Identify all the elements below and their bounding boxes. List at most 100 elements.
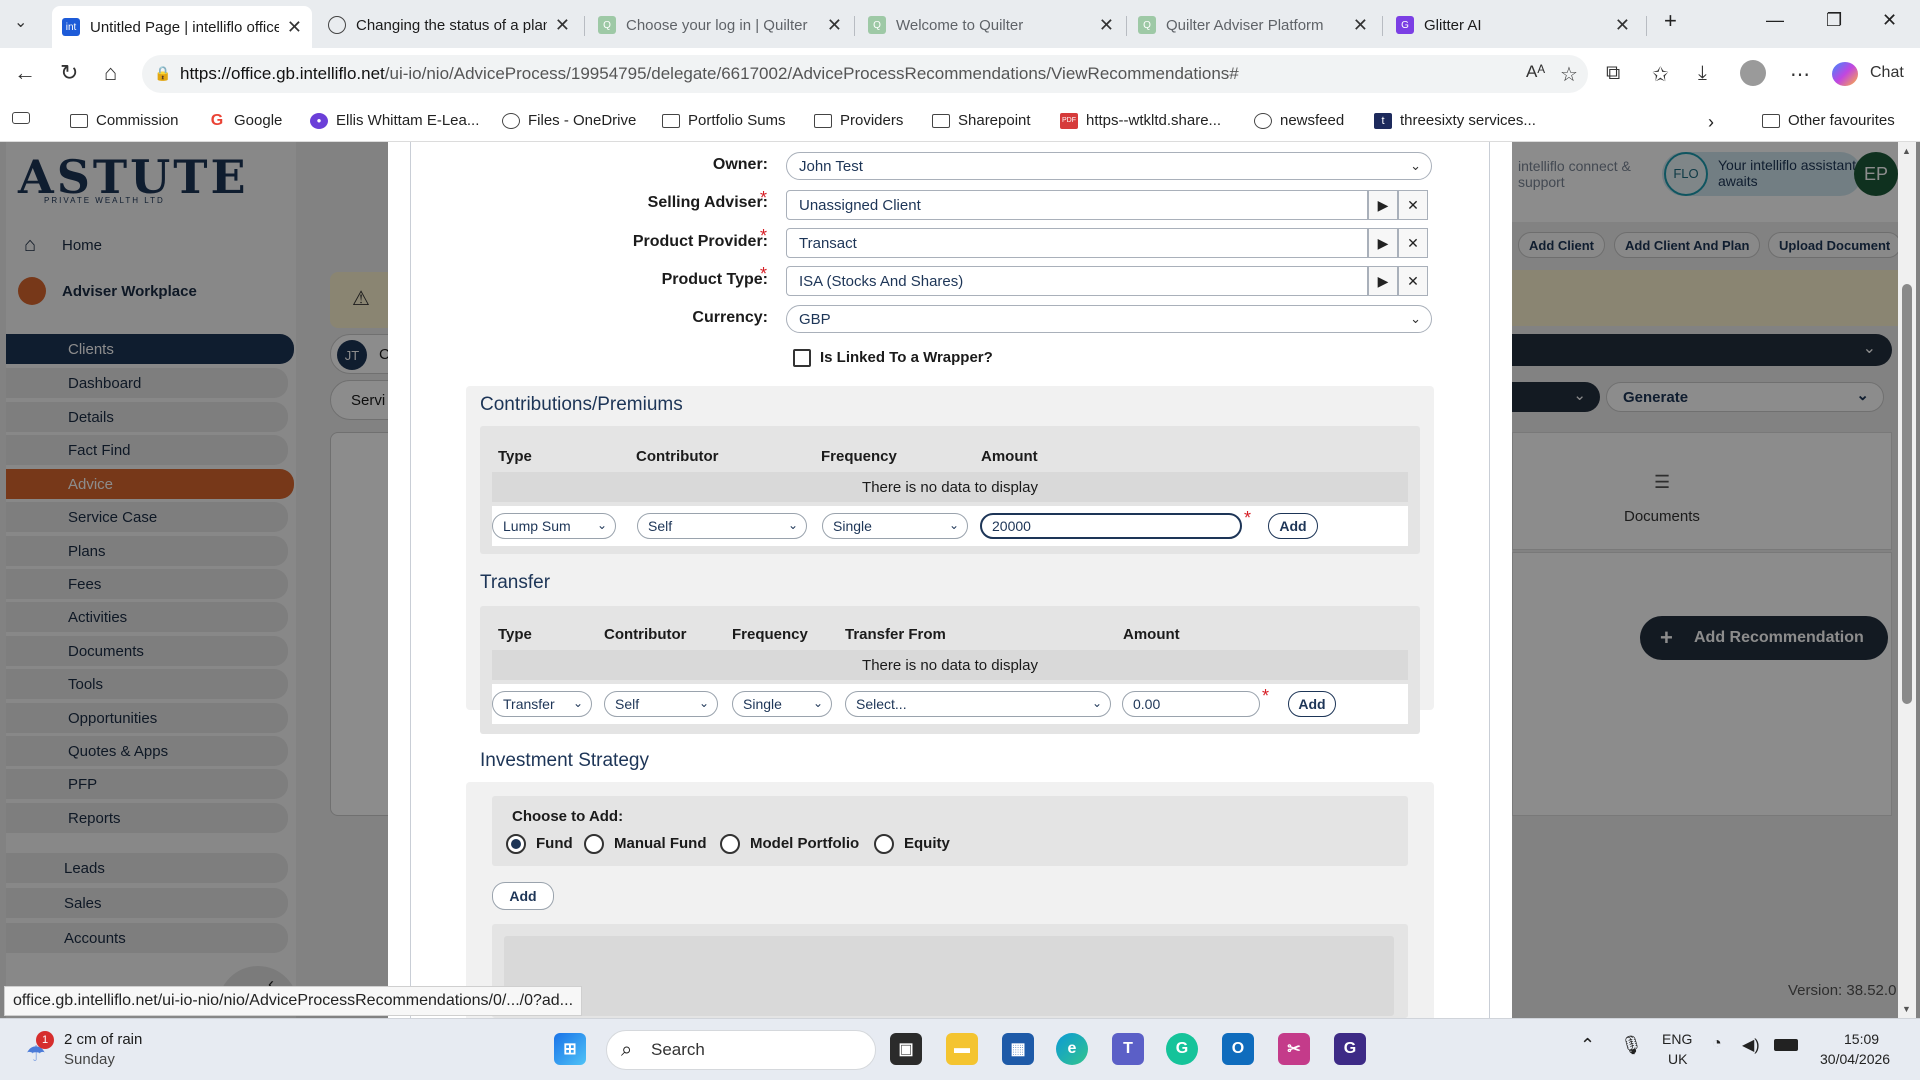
extensions-icon[interactable]: ⧉ (1606, 62, 1620, 85)
selling-adviser-select-button[interactable]: ▶ (1368, 190, 1398, 220)
glitter-app-icon[interactable]: G (1334, 1033, 1366, 1065)
contribution-type-select[interactable]: Lump Sum ⌄ (492, 513, 616, 539)
product-provider-select-button[interactable]: ▶ (1368, 228, 1398, 258)
bookmark-google[interactable]: G Google (208, 112, 283, 130)
product-provider-clear-button[interactable]: ✕ (1398, 228, 1428, 258)
snipping-tool-icon[interactable]: ✂ (1278, 1033, 1310, 1065)
favourite-star-icon[interactable]: ☆ (1560, 62, 1578, 87)
contribution-contributor-select[interactable]: Self ⌄ (637, 513, 807, 539)
home-icon[interactable]: ⌂ (104, 60, 117, 86)
close-tab-icon[interactable]: ✕ (1099, 15, 1114, 36)
back-icon[interactable]: ← (14, 60, 36, 86)
transfer-amount-input[interactable]: 0.00 (1122, 691, 1260, 717)
minimize-icon[interactable]: — (1766, 10, 1784, 31)
start-icon[interactable]: ⊞ (554, 1033, 586, 1065)
task-view-icon[interactable]: ▣ (890, 1033, 922, 1065)
product-provider-field[interactable]: Transact (786, 228, 1368, 258)
copilot-icon[interactable] (1832, 62, 1858, 86)
restore-icon[interactable]: ❐ (1826, 10, 1842, 31)
product-type-select-button[interactable]: ▶ (1368, 266, 1398, 296)
file-explorer-icon[interactable]: ▬ (946, 1033, 978, 1065)
scroll-down-icon[interactable]: ▼ (1902, 1004, 1911, 1014)
add-contribution-button[interactable]: Add (1268, 513, 1318, 539)
teams-icon[interactable]: T (1112, 1033, 1144, 1065)
add-transfer-button[interactable]: Add (1288, 691, 1336, 717)
outlook-icon[interactable]: O (1222, 1033, 1254, 1065)
transfer-contributor-select[interactable]: Self ⌄ (604, 691, 718, 717)
model-portfolio-radio[interactable] (720, 834, 740, 854)
url-field[interactable]: 🔒 https://office.gb.intelliflo.net/ui-io… (142, 55, 1588, 93)
transfer-from-select[interactable]: Select... ⌄ (845, 691, 1111, 717)
bookmark-portfolio-sums[interactable]: Portfolio Sums (662, 112, 786, 129)
refresh-icon[interactable]: ↻ (60, 60, 78, 86)
bookmark-commission[interactable]: Commission (70, 112, 179, 129)
show-hidden-icons-icon[interactable]: ⌃ (1580, 1035, 1595, 1056)
product-type-field[interactable]: ISA (Stocks And Shares) (786, 266, 1368, 296)
edge-icon[interactable]: e (1056, 1033, 1088, 1065)
other-favourites[interactable]: Other favourites (1762, 112, 1895, 129)
transfer-type-select[interactable]: Transfer ⌄ (492, 691, 592, 717)
scrollbar-thumb[interactable] (1902, 284, 1912, 704)
currency-select[interactable]: GBP ⌄ (786, 305, 1432, 333)
tab-intelliflo[interactable]: int Untitled Page | intelliflo office ✕ (52, 6, 312, 48)
language-label[interactable]: ENG (1662, 1031, 1692, 1047)
owner-select[interactable]: John Test ⌄ (786, 152, 1432, 180)
close-tab-icon[interactable]: ✕ (287, 17, 302, 38)
read-aloud-icon[interactable]: Aᴬ (1526, 62, 1545, 82)
grammarly-icon[interactable]: G (1166, 1033, 1198, 1065)
selling-adviser-clear-button[interactable]: ✕ (1398, 190, 1428, 220)
address-bar-row: ← ↻ ⌂ 🔒 https://office.gb.intelliflo.net… (0, 48, 1920, 102)
weather-day[interactable]: Sunday (64, 1051, 115, 1068)
tab-quilter-login[interactable]: Q Choose your log in | Quilter ✕ (588, 6, 852, 44)
manual-fund-radio[interactable] (584, 834, 604, 854)
new-tab-icon[interactable]: + (1664, 8, 1677, 34)
reading-list-icon[interactable] (12, 112, 38, 124)
bookmark-providers[interactable]: Providers (814, 112, 903, 129)
chat-button[interactable]: Chat (1870, 64, 1904, 82)
bookmark-onedrive[interactable]: Files - OneDrive (502, 112, 636, 129)
linked-wrapper-checkbox[interactable] (793, 349, 811, 367)
tab-changing-status[interactable]: Changing the status of a plan ✕ (318, 6, 580, 44)
contribution-amount-input[interactable]: 20000 (980, 513, 1242, 539)
product-type-clear-button[interactable]: ✕ (1398, 266, 1428, 296)
weather-text[interactable]: 2 cm of rain (64, 1031, 142, 1048)
bookmark-wtkltd[interactable]: PDF https--wtkltd.share... (1060, 112, 1221, 129)
close-tab-icon[interactable]: ✕ (827, 15, 842, 36)
taskbar-search[interactable]: ⌕ Search (606, 1030, 876, 1070)
transfer-frequency-select[interactable]: Single ⌄ (732, 691, 832, 717)
tab-welcome-quilter[interactable]: Q Welcome to Quilter ✕ (858, 6, 1124, 44)
battery-icon[interactable] (1774, 1039, 1798, 1051)
equity-radio[interactable] (874, 834, 894, 854)
page-scrollbar[interactable]: ▲ ▼ (1898, 142, 1916, 1018)
tab-glitter-ai[interactable]: G Glitter AI ✕ (1386, 6, 1640, 44)
microphone-icon[interactable]: 🎙 (1620, 1035, 1643, 1056)
tab-actions-icon[interactable]: ⌄ (14, 12, 27, 32)
bookmark-sharepoint[interactable]: Sharepoint (932, 112, 1031, 129)
profile-avatar[interactable] (1740, 60, 1766, 86)
clock-time[interactable]: 15:09 (1844, 1031, 1879, 1047)
add-investment-button[interactable]: Add (492, 882, 554, 910)
more-menu-icon[interactable]: ⋯ (1790, 62, 1810, 87)
scroll-up-icon[interactable]: ▲ (1902, 146, 1911, 156)
contribution-frequency-select[interactable]: Single ⌄ (822, 513, 968, 539)
region-label[interactable]: UK (1668, 1051, 1687, 1067)
wifi-icon[interactable]: ◔ (1712, 1035, 1722, 1053)
fund-radio[interactable] (506, 834, 526, 854)
clock-date[interactable]: 30/04/2026 (1820, 1051, 1890, 1067)
tab-quilter-adviser[interactable]: Q Quilter Adviser Platform ✕ (1128, 6, 1378, 44)
selling-adviser-field[interactable]: Unassigned Client (786, 190, 1368, 220)
downloads-icon[interactable]: ⤓ (1698, 62, 1707, 85)
weather-widget[interactable]: ☂ 1 (26, 1031, 54, 1066)
close-tab-icon[interactable]: ✕ (1353, 15, 1368, 36)
bookmarks-overflow-icon[interactable]: › (1708, 112, 1714, 133)
close-window-icon[interactable]: ✕ (1882, 10, 1897, 31)
bookmark-ellis-whittam[interactable]: ● Ellis Whittam E-Lea... (310, 112, 479, 129)
bookmark-newsfeed[interactable]: newsfeed (1254, 112, 1344, 129)
volume-icon[interactable]: ◀) (1742, 1035, 1760, 1055)
bookmark-threesixty[interactable]: t threesixty services... (1374, 112, 1536, 129)
threesixty-icon: t (1374, 112, 1392, 129)
close-tab-icon[interactable]: ✕ (1615, 15, 1630, 36)
store-icon[interactable]: ▦ (1002, 1033, 1034, 1065)
close-tab-icon[interactable]: ✕ (555, 15, 570, 36)
favourites-icon[interactable]: ✩ (1652, 62, 1669, 87)
